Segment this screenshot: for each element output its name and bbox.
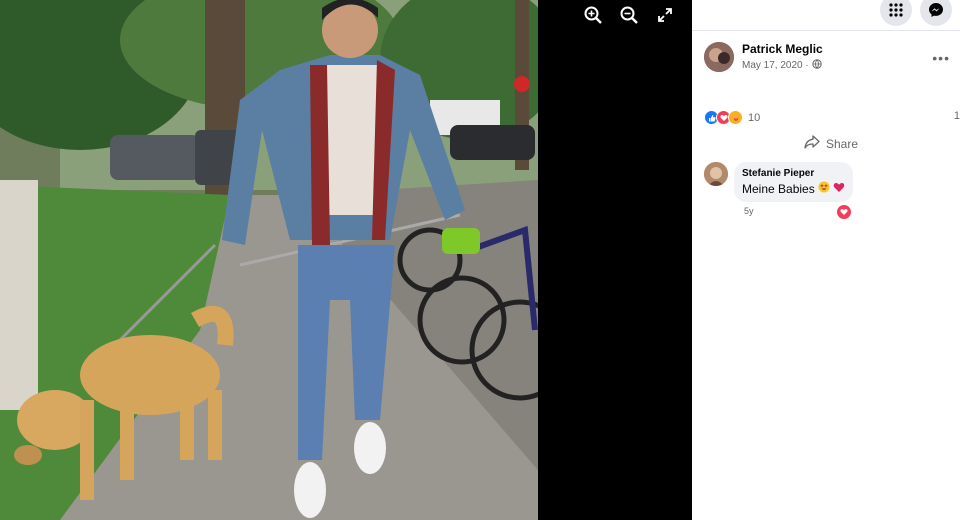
post-photo bbox=[0, 0, 538, 520]
more-options-icon[interactable]: ••• bbox=[932, 50, 950, 66]
grid-menu-icon[interactable] bbox=[880, 0, 912, 26]
share-button[interactable]: Share bbox=[804, 135, 858, 152]
zoom-in-icon[interactable] bbox=[578, 0, 608, 30]
post-header: Patrick Meglic May 17, 2020 · bbox=[704, 42, 823, 72]
fullscreen-icon[interactable] bbox=[650, 0, 680, 30]
comment-count[interactable]: 1 bbox=[954, 110, 960, 122]
reaction-count: 10 bbox=[748, 111, 761, 124]
share-icon bbox=[804, 135, 820, 152]
viewer-toolbar bbox=[578, 0, 680, 30]
author-avatar[interactable] bbox=[704, 42, 734, 72]
reaction-summary[interactable]: 10 bbox=[704, 110, 760, 125]
comment-time[interactable]: 5y bbox=[744, 206, 754, 216]
author-name[interactable]: Patrick Meglic bbox=[742, 42, 823, 56]
zoom-out-icon[interactable] bbox=[614, 0, 644, 30]
messenger-icon[interactable] bbox=[920, 0, 952, 26]
heart-emoji-icon bbox=[833, 181, 845, 196]
top-bar bbox=[880, 0, 952, 26]
comment-text: Meine Babies bbox=[742, 181, 815, 196]
post-details-panel: Patrick Meglic May 17, 2020 · ••• 10 1 S… bbox=[692, 0, 960, 520]
comment-bubble: Stefanie Pieper Meine Babies bbox=[734, 162, 853, 202]
post-date[interactable]: May 17, 2020 · bbox=[742, 60, 809, 71]
globe-icon bbox=[812, 59, 822, 72]
heart-eyes-emoji-icon bbox=[818, 181, 830, 196]
comment-love-reaction-icon[interactable] bbox=[836, 204, 852, 220]
comment-item: Stefanie Pieper Meine Babies bbox=[704, 162, 853, 202]
commenter-name[interactable]: Stefanie Pieper bbox=[742, 168, 845, 179]
photo-viewer bbox=[0, 0, 692, 520]
share-label: Share bbox=[826, 136, 859, 151]
care-reaction-icon bbox=[728, 110, 743, 125]
header-divider bbox=[692, 30, 960, 31]
commenter-avatar[interactable] bbox=[704, 162, 728, 186]
